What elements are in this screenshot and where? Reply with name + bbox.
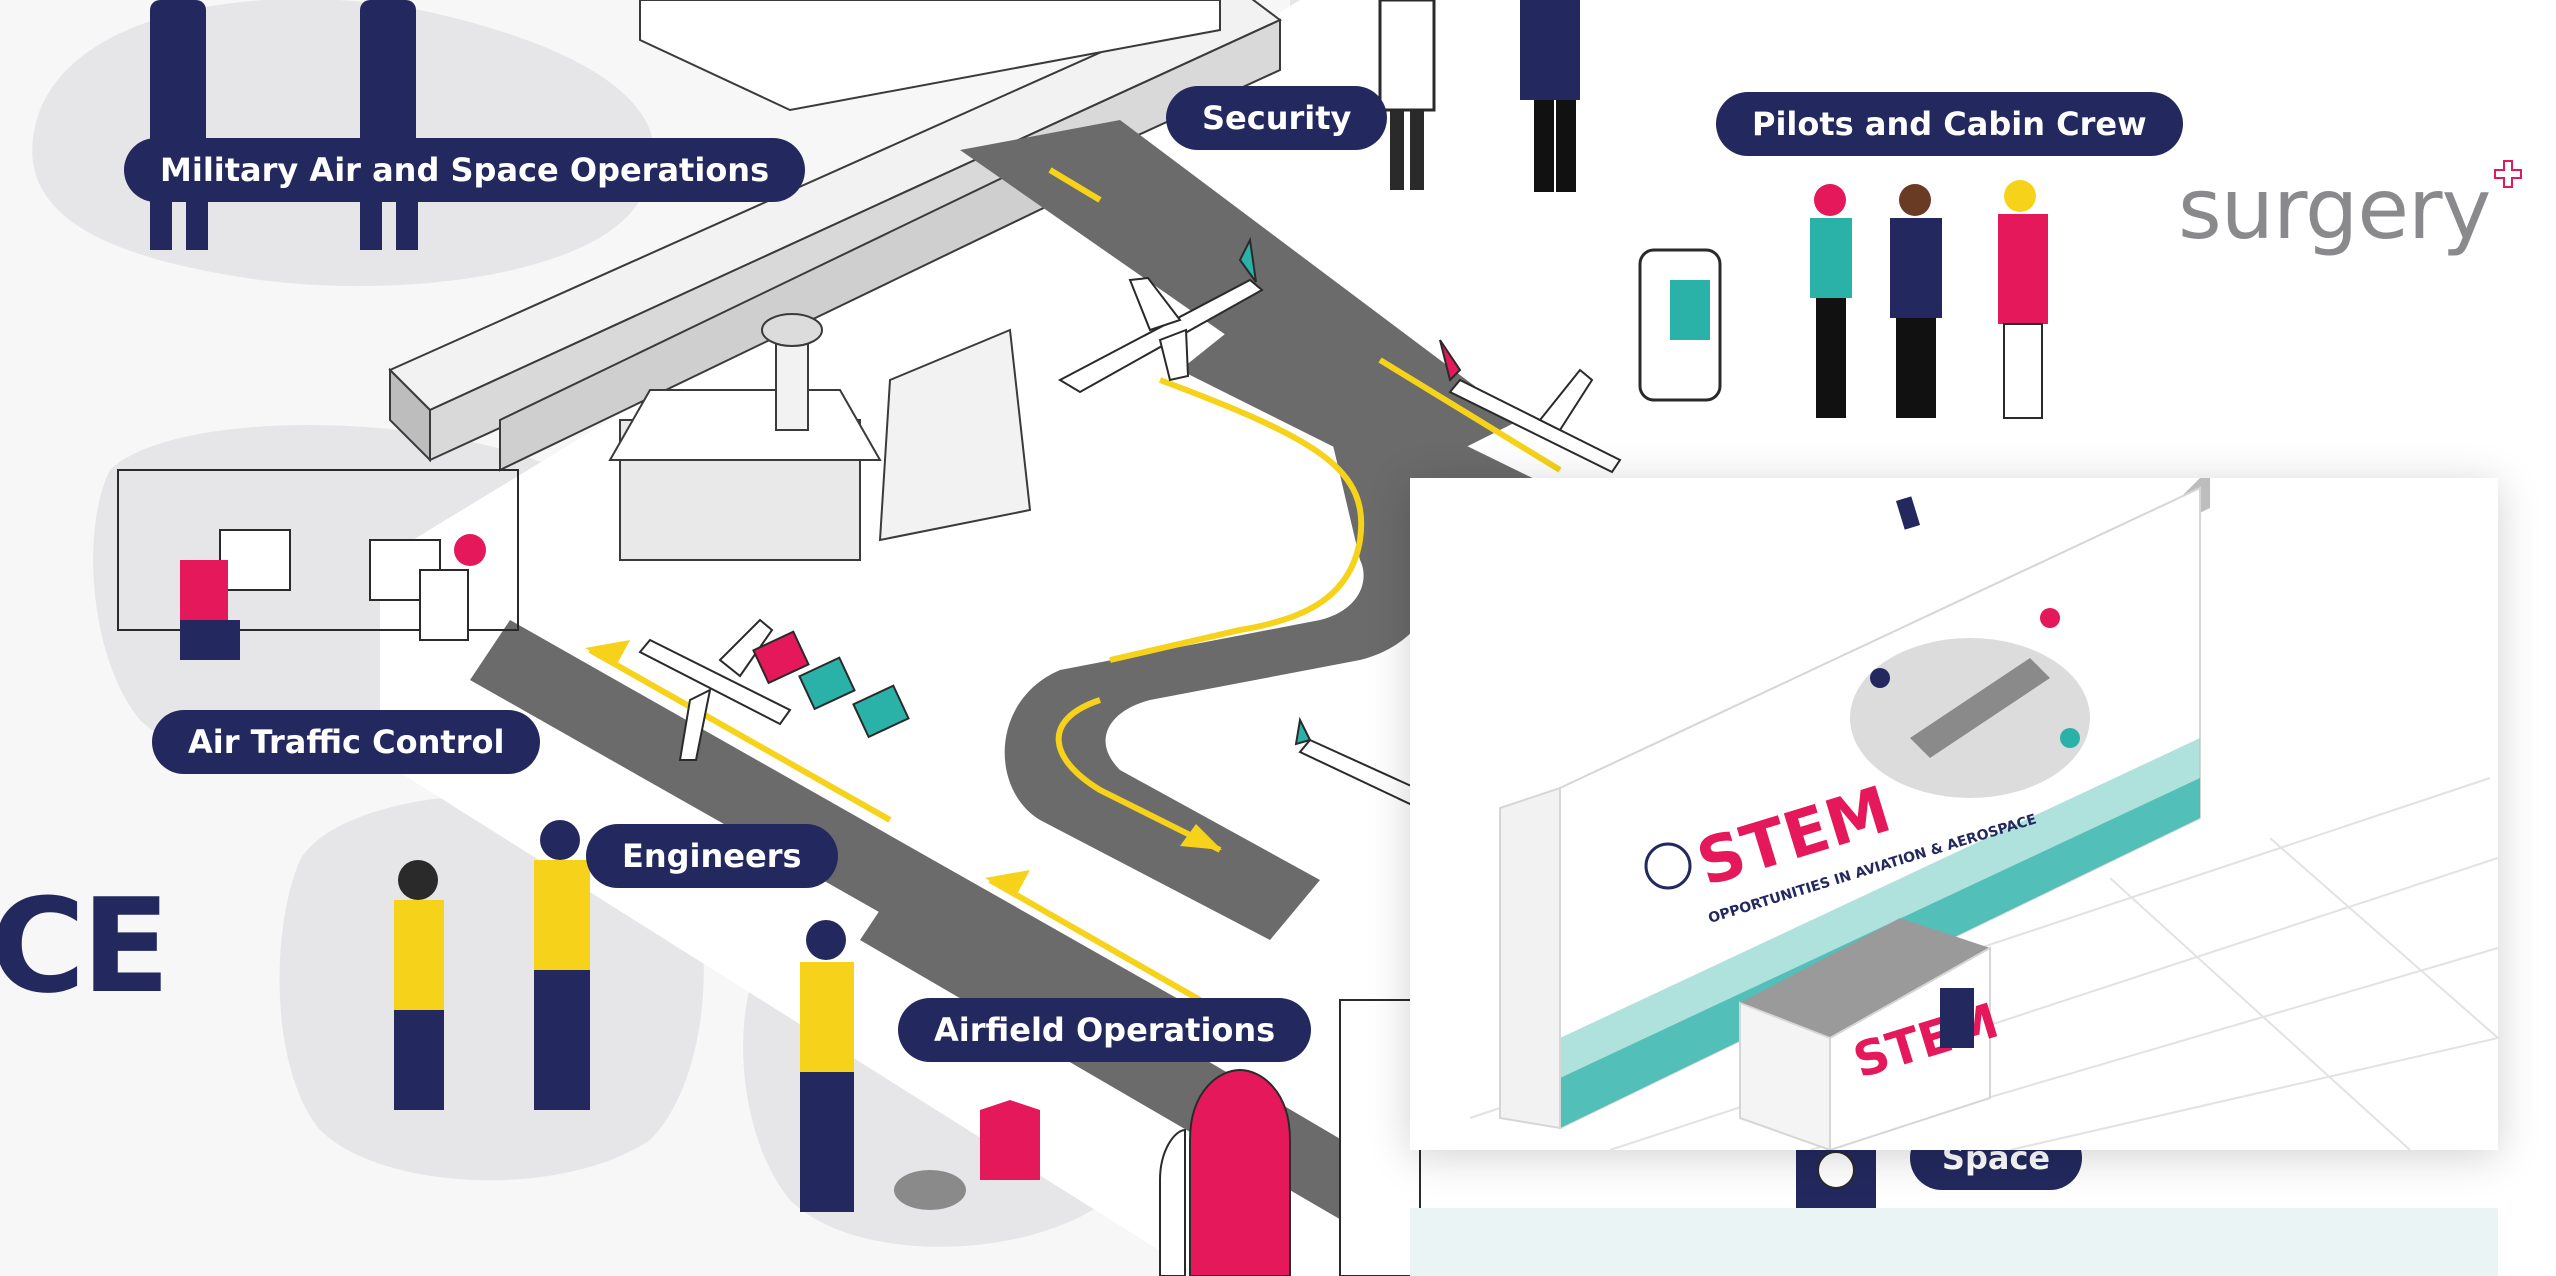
wall-logo (1895, 496, 1921, 530)
booth-side (1499, 786, 1561, 1130)
emblem-icon (1644, 842, 1692, 890)
stem-booth-render: STEM OPPORTUNITIES IN AVIATION & AEROSPA… (1469, 478, 2498, 1150)
label-engineers[interactable]: Engineers (586, 824, 838, 888)
counter-logo (1940, 988, 1974, 1048)
label-security[interactable]: Security (1166, 86, 1388, 150)
label-pilots-cabin-crew[interactable]: Pilots and Cabin Crew (1716, 92, 2183, 156)
heading-fragment: CE (0, 870, 170, 1022)
cross-icon (2494, 160, 2522, 188)
label-airfield-operations[interactable]: Airfield Operations (898, 998, 1312, 1062)
content-panel (1410, 1208, 2498, 1276)
label-military-air-space-operations[interactable]: Military Air and Space Operations (124, 138, 806, 202)
brand-logo: surgery (2178, 160, 2491, 258)
label-air-traffic-control[interactable]: Air Traffic Control (152, 710, 541, 774)
stem-booth-popup[interactable]: STEM OPPORTUNITIES IN AVIATION & AEROSPA… (1410, 478, 2498, 1150)
